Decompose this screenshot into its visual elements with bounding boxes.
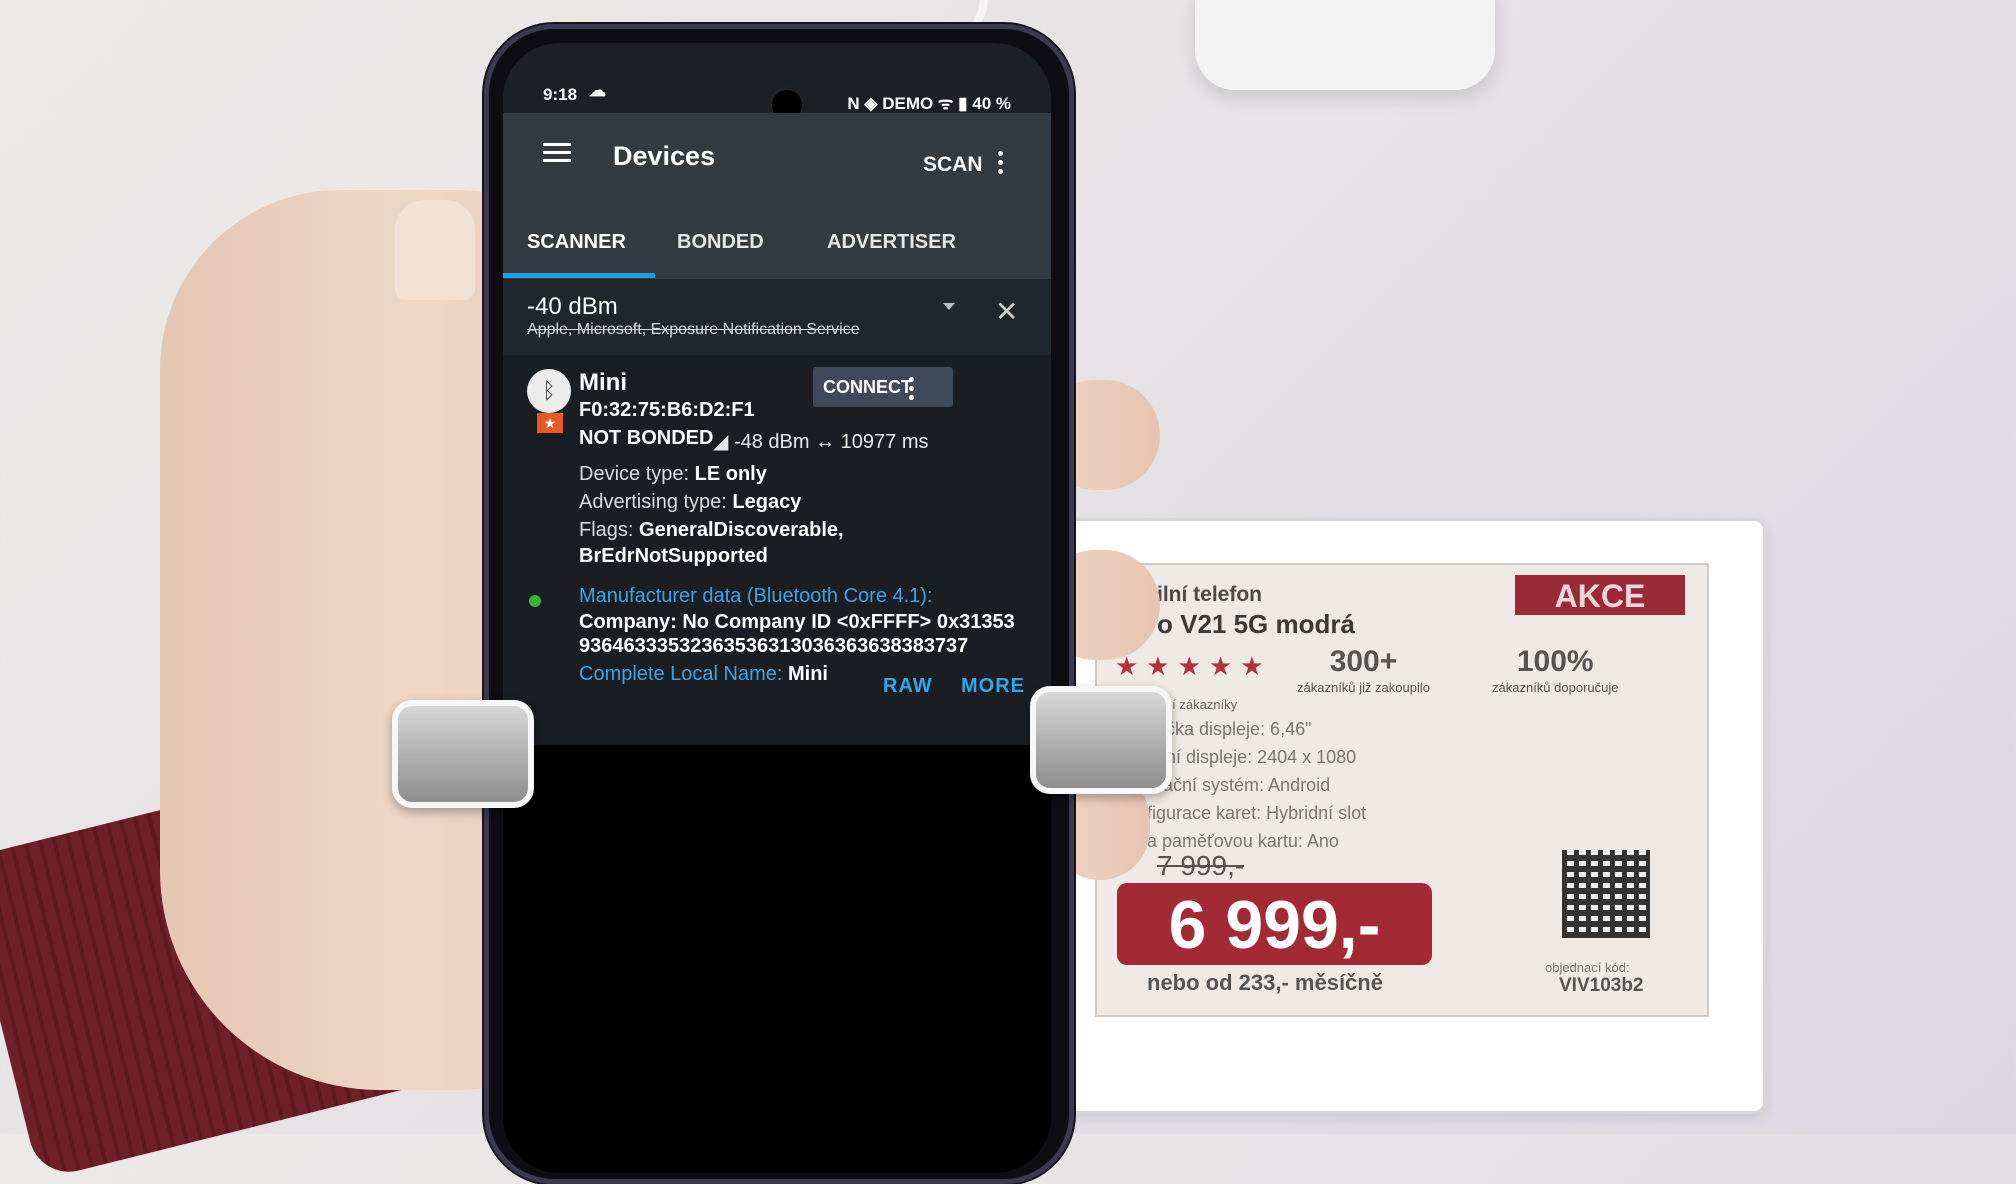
dropdown-arrow-icon[interactable] — [943, 303, 955, 310]
electronic-price-tag: ilní telefon o V21 5G modrá AKCE ★★★★★ h… — [1060, 518, 1766, 1114]
overflow-menu-icon[interactable] — [998, 151, 1008, 178]
thumb — [395, 200, 475, 300]
current-price: 6 999,- — [1117, 883, 1432, 965]
app-bar: Devices SCAN — [503, 113, 1051, 209]
more-button[interactable]: MORE — [961, 675, 1025, 698]
stat-recommend: 100% zákazníků doporučuje — [1492, 645, 1618, 697]
stat-recommend-value: 100% — [1516, 645, 1594, 678]
security-clamp-left — [392, 700, 534, 808]
device-address: F0:32:75:B6:D2:F1 — [579, 399, 755, 421]
charger-stand — [1195, 0, 1495, 90]
price-tag-screen: ilní telefon o V21 5G modrá AKCE ★★★★★ h… — [1095, 563, 1709, 1017]
device-type-row: Device type: LE only — [579, 463, 767, 486]
mfr-data-value: 9364633353236353631303636363838373​7 — [579, 635, 969, 657]
device-overflow-icon[interactable] — [909, 377, 914, 404]
tab-advertiser[interactable]: ADVERTISER — [827, 231, 956, 254]
flags-row: Flags: GeneralDiscoverable, — [579, 519, 844, 542]
device-card[interactable]: ᛒ ★ Mini F0:32:75:B6:D2:F1 NOT BONDED ◢ … — [503, 355, 1051, 745]
filter-services: Apple, Microsoft, Exposure Notification … — [527, 321, 860, 338]
device-name: Mini — [579, 369, 627, 396]
status-time: 9:18 — [543, 85, 578, 104]
rating-stars-icon: ★★★★★ — [1115, 651, 1272, 681]
bond-state: NOT BONDED — [579, 427, 714, 449]
adv-type-value: Legacy — [732, 491, 802, 513]
mfr-company: Company: No Company ID <0xFFFF> 0x31353 — [579, 611, 1015, 634]
mfr-company-value: Company: No Company ID <0xFFFF> 0x31353 — [579, 611, 1015, 633]
signal-strength: ◢ -48 dBm — [713, 431, 810, 453]
device-type-value: LE only — [694, 463, 767, 485]
local-name-label: Complete Local Name: — [579, 663, 783, 685]
stat-buyers: 300+ zákazníků již zakoupilo — [1297, 645, 1430, 697]
status-dot-icon — [529, 595, 541, 607]
stat-recommend-caption: zákazníků doporučuje — [1492, 680, 1619, 695]
product-category: ilní telefon — [1157, 583, 1262, 606]
tab-bonded[interactable]: BONDED — [677, 231, 764, 254]
filter-rssi: -40 dBm — [527, 293, 618, 320]
tab-scanner[interactable]: SCANNER — [527, 231, 626, 254]
flags-value-1: GeneralDiscoverable, — [639, 519, 844, 541]
cloud-icon: ☁ — [589, 81, 606, 100]
security-clamp-right — [1030, 686, 1172, 794]
qr-code-icon — [1562, 850, 1650, 938]
close-icon[interactable]: ✕ — [995, 295, 1018, 328]
device-type-label: Device type: — [579, 463, 690, 485]
bluetooth-icon: ᛒ — [527, 369, 571, 413]
spec-item: nfigurace karet: Hybridní slot — [1137, 803, 1367, 823]
mfr-data-header: Manufacturer data (Bluetooth Core 4.1): — [579, 585, 933, 607]
connect-label: CONNECT — [823, 377, 912, 397]
promo-badge: AKCE — [1515, 575, 1685, 615]
scan-button[interactable]: SCAN — [923, 153, 983, 177]
order-code-label: objednací kód: — [1545, 960, 1630, 975]
old-price: 7 999,- — [1157, 850, 1245, 881]
stat-buyers-value: 300+ — [1329, 645, 1398, 678]
star-badge-icon: ★ — [537, 413, 563, 433]
stat-buyers-caption: zákazníků již zakoupilo — [1297, 680, 1430, 695]
flags-row-2: BrEdrNotSupported — [579, 545, 768, 568]
hamburger-menu-icon[interactable] — [543, 143, 571, 163]
local-name-row: Complete Local Name: Mini — [579, 663, 828, 686]
connect-button[interactable]: CONNECT — [813, 367, 953, 407]
adv-type-label: Advertising type: — [579, 491, 727, 513]
local-name-value: Mini — [788, 663, 828, 685]
tab-bar: SCANNER BONDED ADVERTISER — [503, 209, 1051, 279]
status-indicators: N ◈ DEMO ᯤ ▮ 40 % — [847, 94, 1011, 113]
mfr-data: 9364633353236353631303636363838373​7 — [579, 635, 968, 658]
order-code: VIV103b2 — [1559, 975, 1644, 996]
adv-interval: ↔ 10977 ms — [815, 431, 929, 453]
filter-bar[interactable]: -40 dBm Apple, Microsoft, Exposure Notif… — [503, 279, 1051, 355]
raw-button[interactable]: RAW — [883, 675, 933, 698]
product-name: o V21 5G modrá — [1157, 609, 1355, 639]
phone-screen: 9:18 ☁ N ◈ DEMO ᯤ ▮ 40 % Devices SCAN SC… — [503, 43, 1051, 1173]
device-rssi: ◢ -48 dBm ↔ 10977 ms — [713, 429, 928, 454]
smartphone: 9:18 ☁ N ◈ DEMO ᯤ ▮ 40 % Devices SCAN SC… — [484, 24, 1074, 1184]
adv-type-row: Advertising type: Legacy — [579, 491, 801, 514]
flags-value-2: BrEdrNotSupported — [579, 545, 768, 567]
flags-label: Flags: — [579, 519, 634, 541]
active-tab-indicator — [503, 273, 655, 278]
monthly-price: nebo od 233,- měsíčně — [1147, 970, 1383, 995]
page-title: Devices — [613, 141, 716, 171]
